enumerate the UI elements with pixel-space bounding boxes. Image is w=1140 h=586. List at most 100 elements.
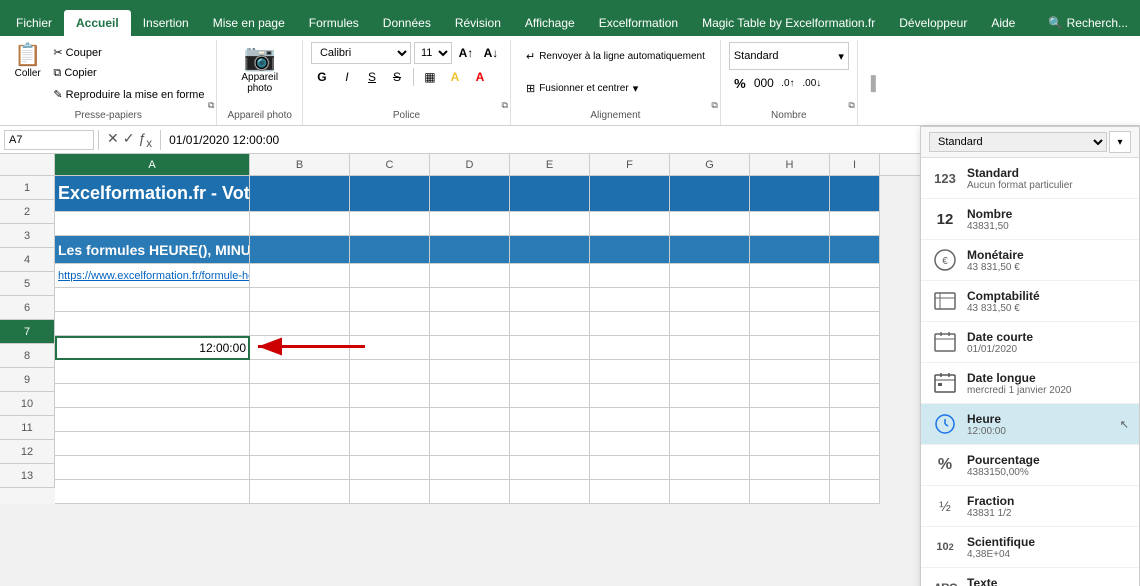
cell-A3[interactable]: Les formules HEURE(), MINUTE() et SECOND… xyxy=(55,236,250,264)
format-panel-expand-btn[interactable]: ▾ xyxy=(1109,131,1131,153)
cell-F2[interactable] xyxy=(590,212,670,236)
cell-A4[interactable]: https://www.excelformation.fr/formule-he… xyxy=(55,264,250,288)
cell-A13[interactable] xyxy=(55,480,250,504)
cell-D2[interactable] xyxy=(430,212,510,236)
col-header-I[interactable]: I xyxy=(830,154,880,175)
cell-D13[interactable] xyxy=(430,480,510,504)
cell-I4[interactable] xyxy=(830,264,880,288)
font-color-button[interactable]: A xyxy=(469,66,491,88)
cell-I11[interactable] xyxy=(830,432,880,456)
cell-C5[interactable] xyxy=(350,288,430,312)
cell-F9[interactable] xyxy=(590,384,670,408)
tab-accueil[interactable]: Accueil xyxy=(64,10,131,36)
row-header-13[interactable]: 13 xyxy=(0,464,55,488)
tab-formules[interactable]: Formules xyxy=(297,10,371,36)
cell-I13[interactable] xyxy=(830,480,880,504)
cell-H6[interactable] xyxy=(750,312,830,336)
confirm-formula-icon[interactable]: ✓ xyxy=(123,130,135,150)
row-header-12[interactable]: 12 xyxy=(0,440,55,464)
col-header-E[interactable]: E xyxy=(510,154,590,175)
format-item-comptabilite[interactable]: Comptabilité 43 831,50 € xyxy=(921,281,1139,322)
merge-center-button[interactable]: ⊞ Fusionner et centrer ▾ xyxy=(519,74,645,102)
coller-button[interactable]: 📋 Coller xyxy=(8,42,47,81)
cell-E12[interactable] xyxy=(510,456,590,480)
cell-A8[interactable] xyxy=(55,360,250,384)
col-header-C[interactable]: C xyxy=(350,154,430,175)
cell-B13[interactable] xyxy=(250,480,350,504)
format-item-heure[interactable]: Heure 12:00:00 ↖ xyxy=(921,404,1139,445)
cell-C7[interactable] xyxy=(350,336,430,360)
cell-E5[interactable] xyxy=(510,288,590,312)
format-item-fraction[interactable]: ½ Fraction 43831 1/2 xyxy=(921,486,1139,527)
format-item-date-longue[interactable]: Date longue mercredi 1 janvier 2020 xyxy=(921,363,1139,404)
cell-D5[interactable] xyxy=(430,288,510,312)
cell-I12[interactable] xyxy=(830,456,880,480)
cell-B4[interactable] xyxy=(250,264,350,288)
cancel-formula-icon[interactable]: ✕ xyxy=(107,130,119,150)
cell-F11[interactable] xyxy=(590,432,670,456)
row-header-5[interactable]: 5 xyxy=(0,272,55,296)
cell-H10[interactable] xyxy=(750,408,830,432)
cell-C12[interactable] xyxy=(350,456,430,480)
tab-insertion[interactable]: Insertion xyxy=(131,10,201,36)
decrease-font-button[interactable]: A↓ xyxy=(480,42,502,64)
borders-button[interactable]: ▦ xyxy=(419,66,441,88)
cell-C8[interactable] xyxy=(350,360,430,384)
cell-I1[interactable] xyxy=(830,176,880,212)
cell-A1[interactable]: Excelformation.fr - Votre formateur de r… xyxy=(55,176,250,212)
cell-E8[interactable] xyxy=(510,360,590,384)
cell-G5[interactable] xyxy=(670,288,750,312)
cell-H7[interactable] xyxy=(750,336,830,360)
alignement-expand-icon[interactable]: ⧉ xyxy=(711,100,717,111)
cell-I3[interactable] xyxy=(830,236,880,264)
cell-D12[interactable] xyxy=(430,456,510,480)
cell-B7[interactable] xyxy=(250,336,350,360)
tab-donnees[interactable]: Données xyxy=(371,10,443,36)
cell-B5[interactable] xyxy=(250,288,350,312)
cell-G3[interactable] xyxy=(670,236,750,264)
cell-B11[interactable] xyxy=(250,432,350,456)
cell-G2[interactable] xyxy=(670,212,750,236)
cell-H12[interactable] xyxy=(750,456,830,480)
cell-H1[interactable] xyxy=(750,176,830,212)
cell-E7[interactable] xyxy=(510,336,590,360)
format-item-scientifique[interactable]: 102 Scientifique 4,38E+04 xyxy=(921,527,1139,568)
cell-reference-box[interactable]: A7 xyxy=(4,130,94,150)
cell-A9[interactable] xyxy=(55,384,250,408)
cell-G12[interactable] xyxy=(670,456,750,480)
cell-I8[interactable] xyxy=(830,360,880,384)
tab-recherch[interactable]: 🔍 Recherch... xyxy=(1036,10,1140,36)
cell-H2[interactable] xyxy=(750,212,830,236)
cell-E3[interactable] xyxy=(510,236,590,264)
cell-B2[interactable] xyxy=(250,212,350,236)
tab-fichier[interactable]: Fichier xyxy=(4,10,64,36)
row-header-10[interactable]: 10 xyxy=(0,392,55,416)
cell-F1[interactable] xyxy=(590,176,670,212)
percent-button[interactable]: % xyxy=(729,72,751,94)
reproduire-button[interactable]: ✎ Reproduire la mise en forme xyxy=(49,84,208,104)
police-expand-icon[interactable]: ⧉ xyxy=(502,100,508,111)
cell-G7[interactable] xyxy=(670,336,750,360)
cell-C3[interactable] xyxy=(350,236,430,264)
row-header-9[interactable]: 9 xyxy=(0,368,55,392)
cell-G4[interactable] xyxy=(670,264,750,288)
couper-button[interactable]: ✂ Couper xyxy=(49,42,208,62)
row-header-7[interactable]: 7 xyxy=(0,320,55,344)
cell-I5[interactable] xyxy=(830,288,880,312)
cell-F12[interactable] xyxy=(590,456,670,480)
cell-D4[interactable] xyxy=(430,264,510,288)
cell-H3[interactable] xyxy=(750,236,830,264)
cell-I2[interactable] xyxy=(830,212,880,236)
font-size-select[interactable]: 11 xyxy=(414,42,452,64)
cell-I10[interactable] xyxy=(830,408,880,432)
cell-C9[interactable] xyxy=(350,384,430,408)
cell-F13[interactable] xyxy=(590,480,670,504)
cell-A10[interactable] xyxy=(55,408,250,432)
cell-E10[interactable] xyxy=(510,408,590,432)
dec-increase-button[interactable]: .0↑ xyxy=(777,72,799,94)
cell-G1[interactable] xyxy=(670,176,750,212)
cell-G11[interactable] xyxy=(670,432,750,456)
cell-H8[interactable] xyxy=(750,360,830,384)
cell-I7[interactable] xyxy=(830,336,880,360)
cell-F10[interactable] xyxy=(590,408,670,432)
